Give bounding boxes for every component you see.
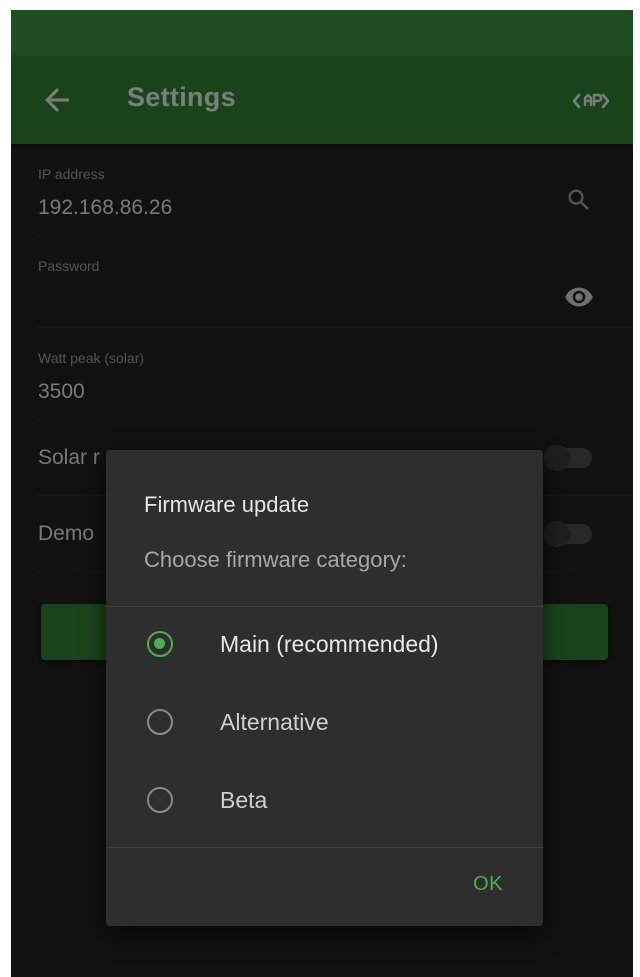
option-label: Main (recommended) — [220, 631, 439, 657]
option-label: Beta — [220, 787, 268, 813]
dialog-divider — [106, 847, 543, 848]
radio-checked-icon[interactable] — [147, 631, 173, 657]
dialog-title: Firmware update — [144, 492, 310, 517]
ok-button[interactable]: OK — [473, 873, 503, 896]
radio-unchecked-icon[interactable] — [147, 787, 173, 813]
app-screen: Settings IP address 192.168.86.26 Passwo… — [11, 10, 633, 977]
firmware-dialog: Firmware update Choose firmware category… — [106, 450, 543, 926]
option-alternative[interactable]: Alternative — [106, 685, 543, 763]
option-beta[interactable]: Beta — [106, 763, 543, 841]
dialog-message: Choose firmware category: — [144, 547, 407, 572]
option-main[interactable]: Main (recommended) — [106, 607, 543, 685]
option-label: Alternative — [220, 709, 329, 735]
radio-unchecked-icon[interactable] — [147, 709, 173, 735]
